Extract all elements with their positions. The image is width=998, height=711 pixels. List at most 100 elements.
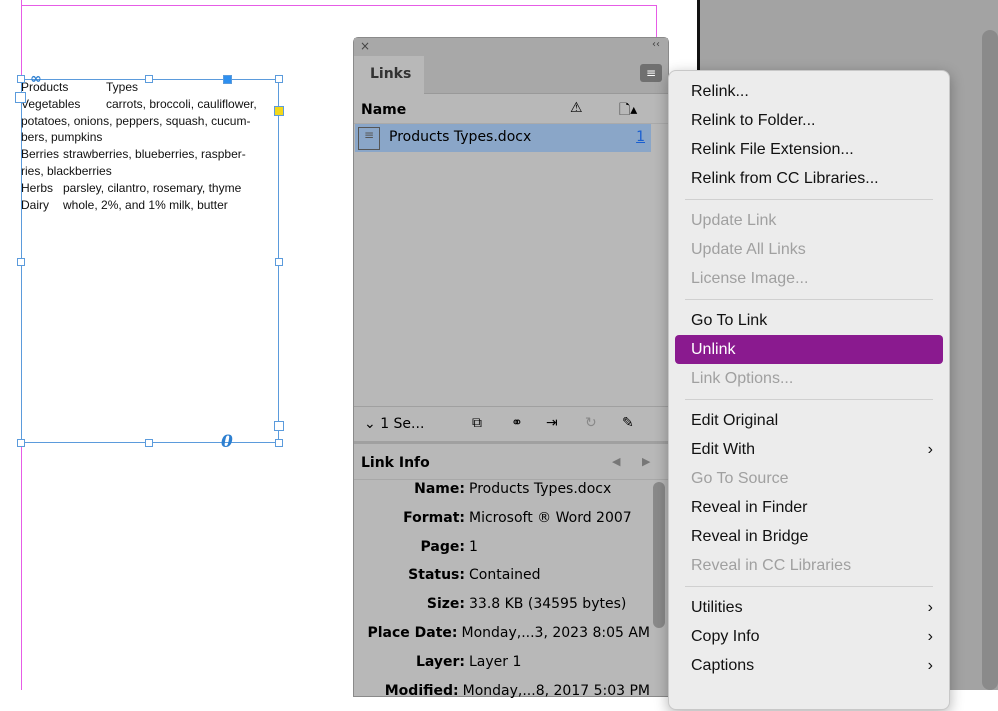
menu-item-unlink[interactable]: Unlink — [675, 335, 943, 364]
menu-item-utilities[interactable]: Utilities › — [675, 593, 943, 622]
menu-separator — [685, 586, 933, 587]
info-value: 33.8 KB (34595 bytes) — [469, 596, 627, 613]
product-cell: Dairy — [21, 197, 50, 212]
menu-item-relink[interactable]: Relink... — [675, 77, 943, 106]
product-cell: Berries — [21, 147, 60, 162]
menu-item-reveal-in-cc-libraries: Reveal in CC Libraries — [675, 551, 943, 580]
tab-links[interactable]: Links — [354, 56, 424, 94]
info-label: Modified: — [384, 682, 459, 699]
chevron-right-icon: › — [927, 441, 933, 458]
menu-item-relink-file-extension[interactable]: Relink File Extension... — [675, 135, 943, 164]
frame-handle[interactable] — [145, 439, 153, 447]
collapse-icon[interactable]: ‹‹ — [652, 39, 660, 50]
menu-item-label: Relink... — [691, 83, 749, 100]
menu-item-label: Link Options... — [691, 370, 794, 387]
menu-item-reveal-in-finder[interactable]: Reveal in Finder — [675, 493, 943, 522]
menu-item-label: Utilities — [691, 599, 743, 616]
info-label: Size: — [426, 596, 465, 613]
menu-item-label: License Image... — [691, 270, 809, 287]
next-icon[interactable]: ▶ — [642, 455, 650, 468]
relink-icon[interactable]: ⚭ — [511, 415, 523, 431]
info-label: Page: — [420, 538, 465, 555]
info-value: Monday,...8, 2017 5:03 PM — [462, 682, 650, 699]
page-column-icon[interactable]: 🗋▴ — [619, 99, 637, 123]
types-cell: parsley, cilantro, rosemary, thyme — [63, 180, 242, 195]
types-cell: whole, 2%, and 1% milk, butter — [63, 197, 228, 212]
info-value: 1 — [469, 538, 478, 555]
link-name: Products Types.docx — [389, 129, 532, 145]
menu-separator — [685, 199, 933, 200]
menu-item-label: Reveal in CC Libraries — [691, 557, 852, 574]
menu-item-relink-from-cc-libraries[interactable]: Relink from CC Libraries... — [675, 164, 943, 193]
document-icon: ≡ — [358, 127, 380, 150]
link-page-number[interactable]: 1 — [636, 129, 645, 145]
info-label: Format: — [403, 509, 465, 526]
info-row: Place Date: Monday,...3, 2023 8:05 AM — [354, 625, 650, 654]
menu-item-reveal-in-bridge[interactable]: Reveal in Bridge — [675, 522, 943, 551]
menu-item-label: Relink to Folder... — [691, 112, 816, 129]
content-grabber-handle[interactable] — [223, 75, 232, 84]
relink-cc-icon[interactable]: ⧉ — [472, 415, 482, 431]
update-link-icon[interactable]: ↻ — [585, 415, 597, 431]
menu-item-update-all-links: Update All Links — [675, 235, 943, 264]
info-label: Place Date: — [367, 624, 458, 641]
frame-handle[interactable] — [145, 75, 153, 83]
go-to-link-icon[interactable]: ⇥ — [546, 415, 558, 431]
info-value: Monday,...3, 2023 8:05 AM — [461, 624, 650, 641]
menu-item-label: Captions — [691, 657, 755, 674]
menu-item-label: Relink File Extension... — [691, 141, 854, 158]
frame-handle[interactable] — [17, 75, 25, 83]
product-cell: Vegetables — [21, 96, 81, 111]
menu-item-label: Copy Info — [691, 628, 760, 645]
warning-icon[interactable]: ⚠ — [570, 100, 583, 116]
info-row: Format: Microsoft ® Word 2007 — [354, 510, 650, 539]
name-column-header[interactable]: Name — [361, 102, 406, 118]
out-port[interactable] — [274, 421, 284, 431]
menu-item-label: Update All Links — [691, 241, 806, 258]
frame-handle[interactable] — [275, 75, 283, 83]
menu-item-go-to-link[interactable]: Go To Link — [675, 306, 943, 335]
menu-item-edit-with[interactable]: Edit With › — [675, 435, 943, 464]
links-panel: × ‹‹ Links ≡ Name ⚠ 🗋▴ ≡ Products Types.do… — [353, 37, 669, 699]
table-line: Dairy whole, 2%, and 1% milk, butter — [21, 197, 279, 214]
info-row: Layer: Layer 1 — [354, 654, 650, 683]
frame-handle[interactable] — [17, 258, 25, 266]
types-cell: Types — [106, 80, 139, 94]
edit-original-icon[interactable]: ✎ — [622, 415, 634, 431]
menu-item-label: Edit Original — [691, 412, 779, 429]
menu-item-captions[interactable]: Captions › — [675, 651, 943, 680]
in-port[interactable] — [15, 92, 26, 103]
previous-icon[interactable]: ◀ — [612, 455, 620, 468]
menu-item-edit-original[interactable]: Edit Original — [675, 406, 943, 435]
menu-item-label: Go To Source — [691, 470, 789, 487]
table-line: Berries strawberries, blueberries, raspbe… — [21, 146, 279, 163]
info-value: Microsoft ® Word 2007 — [469, 509, 632, 526]
types-cell: carrots, broccoli, cauliflower, — [106, 96, 257, 111]
chevron-right-icon: › — [927, 657, 933, 674]
menu-item-label: Reveal in Finder — [691, 499, 808, 516]
menu-item-link-options: Link Options... — [675, 364, 943, 393]
menu-item-label: Go To Link — [691, 312, 768, 329]
scrollbar[interactable] — [982, 30, 998, 690]
menu-item-label: Unlink — [691, 341, 736, 358]
menu-item-copy-info[interactable]: Copy Info › — [675, 622, 943, 651]
info-label: Status: — [408, 567, 465, 584]
info-scrollbar[interactable] — [653, 482, 665, 628]
out-port[interactable] — [274, 106, 284, 116]
menu-item-label: Update Link — [691, 212, 777, 229]
menu-item-license-image: License Image... — [675, 264, 943, 293]
panel-menu-button[interactable]: ≡ — [640, 64, 662, 82]
menu-separator — [685, 399, 933, 400]
link-row[interactable]: ≡ Products Types.docx 1 — [355, 124, 651, 152]
close-icon[interactable]: × — [360, 39, 370, 53]
frame-handle[interactable] — [17, 439, 25, 447]
link-info-title: Link Info — [361, 455, 430, 471]
info-row: Size: 33.8 KB (34595 bytes) — [354, 596, 650, 625]
types-cell: strawberries, blueberries, raspber- — [63, 147, 246, 162]
chevron-down-icon[interactable]: ⌄ — [364, 416, 376, 432]
frame-handle[interactable] — [275, 439, 283, 447]
menu-item-relink-to-folder[interactable]: Relink to Folder... — [675, 106, 943, 135]
frame-handle[interactable] — [275, 258, 283, 266]
menu-item-update-link: Update Link — [675, 206, 943, 235]
links-panel-menu: Relink... Relink to Folder... Relink File … — [668, 70, 950, 710]
